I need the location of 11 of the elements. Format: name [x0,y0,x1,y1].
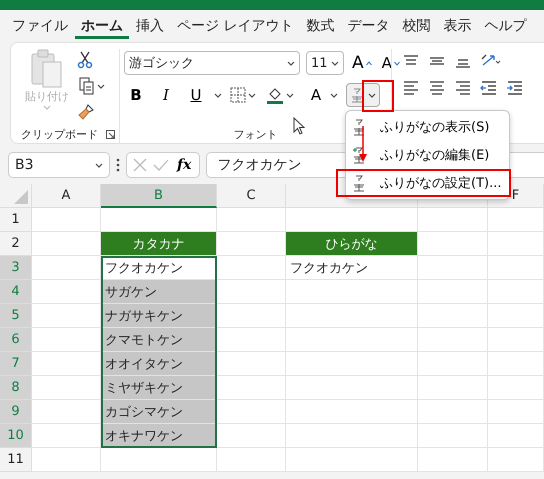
table-cell: フクオカケン [286,256,418,280]
table-cell: オオイタケン [101,352,217,376]
table-cell: ミヤザキケン [101,376,217,400]
table-cell: カゴシマケン [101,400,217,424]
group-label: フォント [234,126,278,142]
header-cell: ひらがな [286,232,418,256]
group-label: クリップボード [21,126,98,142]
header-cell: カタカナ [101,232,217,256]
table-cell: ナガサキケン [101,304,217,328]
table-cell: サガケン [101,280,217,304]
table-cell: クマモトケン [101,328,217,352]
